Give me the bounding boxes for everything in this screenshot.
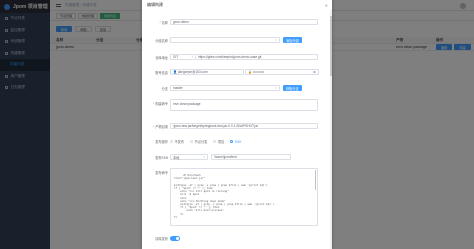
branch-label: 分支 [161, 86, 168, 91]
name-label: 名称 [161, 20, 168, 25]
build-cmd-label: 构建命令 [155, 102, 168, 106]
fetch-branch-button[interactable]: 获取分支 [283, 85, 302, 91]
group-row: 分组名称 ▾ 添加分组 [142, 37, 332, 43]
build-cmd-row: * 构建命令 mvn clean package [142, 99, 332, 111]
repo-label: 仓库地址 [155, 55, 168, 60]
radio-ssh[interactable]: SSH [230, 140, 241, 144]
ssh-select[interactable]: 本地 ▾ [170, 154, 208, 160]
radio-no-release[interactable]: 不发布 [170, 139, 184, 144]
clear-row: 清除发布 [142, 236, 332, 241]
release-label: 发布操作 [155, 140, 168, 144]
artifact-label: 产物目录 [155, 124, 168, 129]
release-cmd-row: 发布命令 #!/bin/bash file="jpom-test.jar" pi… [142, 168, 332, 226]
name-row: * 名称 jpom-demo [142, 19, 332, 25]
ssh-dir-input[interactable]: /home/jpom/test [211, 154, 291, 160]
group-label: 分组名称 [155, 38, 168, 43]
radio-project[interactable]: 项目 [213, 139, 224, 144]
clear-label: 清除发布 [155, 237, 168, 241]
chevron-down-icon: ▾ [275, 86, 277, 90]
eye-icon[interactable] [313, 71, 316, 73]
clear-switch[interactable] [170, 236, 180, 241]
release-row: 发布操作 不发布 节点分发 项目 SSH [142, 139, 332, 145]
radio-node-dispatch[interactable]: 节点分发 [190, 139, 207, 144]
close-icon[interactable]: ✕ [325, 3, 328, 8]
ssh-row: 发布SSH 本地 ▾ /home/jpom/test [142, 154, 332, 160]
dialog-title: 编辑构建 [147, 2, 163, 7]
chevron-down-icon: ▾ [275, 38, 277, 42]
artifact-input[interactable]: /jpom-test-jar/target/springboot-test-ja… [170, 123, 318, 129]
branch-row: 分支 master ▾ 获取分支 [142, 85, 332, 91]
artifact-row: * 产物目录 /jpom-test-jar/target/springboot-… [142, 123, 332, 129]
user-icon: 👤 [173, 70, 177, 74]
release-radio-group: 不发布 节点分发 项目 SSH [170, 139, 246, 144]
release-cmd-label: 发布命令 [155, 171, 168, 175]
account-row: 账号信息 👤 jiangzeyin@163.com 🔒 •••••••••• [142, 69, 332, 75]
ssh-label: 发布SSH [155, 155, 168, 160]
account-user-input[interactable]: 👤 jiangzeyin@163.com [170, 69, 244, 75]
account-password-input[interactable]: 🔒 •••••••••• [245, 69, 319, 75]
branch-select[interactable]: master ▾ [170, 85, 280, 91]
textarea-scrollbar[interactable] [314, 170, 316, 190]
name-input[interactable]: jpom-demo [170, 19, 318, 25]
chevron-down-icon: ▾ [191, 55, 193, 59]
group-select[interactable]: ▾ [170, 37, 280, 43]
edit-build-dialog: 编辑构建 ✕ * 名称 jpom-demo 分组名称 ▾ 添加分组 仓库地址 G… [142, 0, 332, 249]
chevron-down-icon: ▾ [203, 155, 205, 159]
repo-row: 仓库地址 GIT ▾ https://gitee.com/keepbx/jpom… [142, 54, 332, 60]
build-cmd-textarea[interactable]: mvn clean package [170, 99, 318, 111]
release-cmd-textarea[interactable]: #!/bin/bash file="jpom-test.jar" pid=$(p… [170, 168, 318, 226]
repo-url-input[interactable]: https://gitee.com/keepbx/jpom-demo-case.… [196, 54, 318, 60]
add-group-button[interactable]: 添加分组 [283, 37, 302, 43]
account-label: 账号信息 [155, 70, 168, 75]
dialog-header: 编辑构建 ✕ [142, 0, 332, 10]
repo-type-select[interactable]: GIT ▾ [170, 54, 196, 60]
dialog-scrollbar[interactable] [330, 10, 332, 249]
lock-icon: 🔒 [248, 70, 252, 74]
